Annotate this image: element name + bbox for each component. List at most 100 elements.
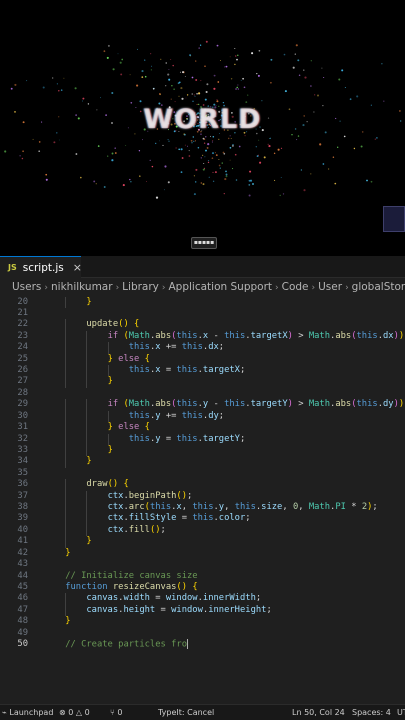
particle (151, 65, 153, 67)
chevron-right-icon: › (275, 283, 279, 293)
line-number: 47 (17, 604, 28, 615)
particle (218, 138, 220, 140)
code-line[interactable]: 24 this.x += this.dx; (0, 342, 405, 354)
breadcrumb-item[interactable]: Application Support (169, 281, 273, 293)
code-line[interactable]: 30 this.y += this.dy; (0, 410, 405, 423)
particle (125, 145, 127, 146)
problems-item[interactable]: ⊗ 0 △ 0 (59, 705, 90, 720)
code-line[interactable]: 34 } (0, 456, 405, 468)
code-line[interactable]: 38 ctx.arc(this.x, this.y, this.size, 0,… (0, 502, 405, 514)
code-line[interactable]: 41 } (0, 536, 405, 548)
close-icon[interactable]: × (73, 261, 82, 274)
code-line[interactable]: 39 ctx.fillStyle = this.color; (0, 513, 405, 525)
breadcrumb-item[interactable]: User (318, 281, 342, 293)
code-line[interactable]: 36 draw() { (0, 479, 405, 491)
breadcrumb-item[interactable]: globalStorage (352, 281, 405, 293)
breadcrumb-item[interactable]: Users (12, 281, 41, 293)
particle-preview-canvas: WORLD ▪▪▪▪▪ (0, 0, 405, 256)
particle (263, 156, 266, 159)
indentation[interactable]: Spaces: 4 (352, 705, 391, 720)
code-line[interactable]: 23 if (Math.abs(this.x - this.targetX) >… (0, 330, 405, 343)
code-text: this.x = this.targetX; (128, 365, 246, 376)
particle (202, 183, 205, 186)
particle (191, 76, 194, 79)
code-line[interactable]: 47 canvas.height = window.innerHeight; (0, 604, 405, 617)
code-line[interactable]: 48 } (0, 616, 405, 627)
particle (321, 67, 323, 69)
code-line[interactable]: 28 (0, 388, 405, 399)
code-line[interactable]: 26 this.x = this.targetX; (0, 365, 405, 377)
line-number: 22 (17, 319, 28, 330)
particle (60, 89, 63, 91)
particle (180, 171, 183, 174)
launchpad-item[interactable]: ⌁ Launchpad (2, 705, 53, 720)
code-area[interactable]: 20 } 21 22 update() {23 if (Math.abs(this.… (0, 296, 405, 704)
particle (229, 135, 231, 137)
ports-item[interactable]: ⑂ 0 (110, 705, 122, 720)
code-text: } (65, 616, 71, 627)
rocket-icon: ⌁ (2, 708, 7, 717)
tab-bar: JS script.js × (0, 256, 405, 278)
particle (240, 79, 242, 81)
code-line[interactable]: 33 } (0, 444, 405, 457)
particle (139, 100, 142, 103)
code-line[interactable]: 37 ctx.beginPath(); (0, 490, 405, 503)
cursor-position[interactable]: Ln 50, Col 24 (292, 705, 345, 720)
particle (229, 159, 231, 161)
tab-script-js[interactable]: JS script.js × (0, 256, 82, 278)
code-line[interactable]: 43 (0, 559, 405, 570)
particle (188, 155, 191, 157)
particle (207, 143, 210, 146)
code-line[interactable]: 21 (0, 308, 405, 319)
particle (198, 47, 200, 49)
line-number: 29 (17, 399, 28, 410)
particle (138, 150, 141, 152)
code-line[interactable]: 40 ctx.fill(); (0, 524, 405, 537)
side-thumbnail[interactable] (383, 206, 405, 232)
code-line[interactable]: 44 // Initialize canvas size (0, 571, 405, 582)
code-text: } (107, 376, 113, 387)
particle (205, 149, 207, 152)
particle (383, 100, 385, 102)
particle (38, 141, 41, 143)
line-number: 49 (17, 627, 28, 638)
code-text: } (86, 456, 92, 467)
particle (170, 98, 172, 100)
line-number: 31 (17, 422, 28, 433)
encoding[interactable]: UT (397, 705, 405, 720)
code-line[interactable]: 42 } (0, 548, 405, 559)
particle (187, 145, 189, 147)
breadcrumb-item[interactable]: nikhilkumar (51, 281, 113, 293)
code-line[interactable]: 32 this.y = this.targetY; (0, 433, 405, 445)
particle (149, 159, 151, 162)
preview-hud-label[interactable]: ▪▪▪▪▪ (191, 237, 217, 249)
code-text: this.y += this.dy; (128, 410, 225, 421)
breadcrumb: Users › nikhilkumar › Library › Application Su… (0, 278, 405, 296)
particle (284, 90, 287, 93)
breadcrumb-item[interactable]: Library (122, 281, 159, 293)
code-text: } else { (107, 422, 150, 433)
code-line[interactable]: 20 } (0, 296, 405, 308)
chevron-right-icon: › (161, 283, 166, 293)
breadcrumb-item[interactable]: Code (282, 281, 309, 293)
particle (255, 146, 257, 148)
code-line[interactable]: 25 } else { (0, 353, 405, 365)
code-line[interactable]: 27 } (0, 376, 405, 388)
line-number: 40 (17, 524, 28, 535)
code-line[interactable]: 49 (0, 628, 405, 639)
code-line[interactable]: 31 } else { (0, 422, 405, 434)
particle (277, 148, 280, 151)
typeit-cancel[interactable]: TypeIt: Cancel (158, 705, 214, 720)
particle (223, 153, 226, 155)
code-line[interactable]: 35 (0, 468, 405, 479)
code-line[interactable]: 50 // Create particles fro (0, 639, 405, 650)
code-line[interactable]: 45 function resizeCanvas() { (0, 582, 405, 593)
particle (162, 144, 164, 146)
code-line[interactable]: 22 update() { (0, 319, 405, 331)
particle (213, 87, 216, 90)
code-line[interactable]: 29 if (Math.abs(this.y - this.targetY) >… (0, 399, 405, 411)
particle (167, 181, 170, 184)
code-line[interactable]: 46 canvas.width = window.innerWidth; (0, 593, 405, 605)
particle (269, 137, 270, 139)
particle (204, 156, 206, 158)
